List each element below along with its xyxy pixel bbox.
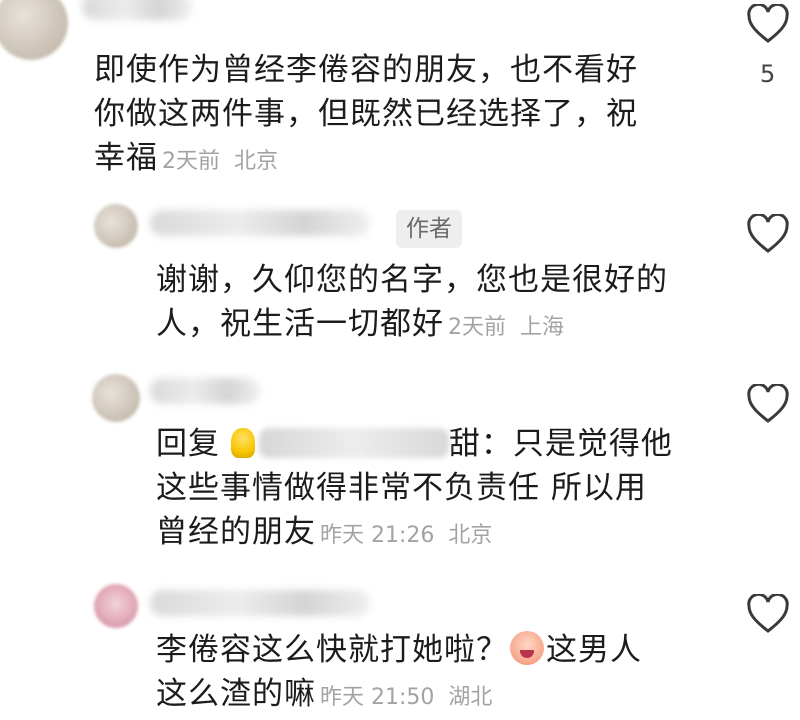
username-blurred[interactable] <box>82 0 192 20</box>
comment-text: 谢谢，久仰您的名字，您也是很好的 人，祝生活一切都好 2天前 上海 <box>156 262 668 342</box>
heart-outline-icon[interactable] <box>746 214 790 254</box>
comment-meta: 2天前 上海 <box>448 315 565 340</box>
comment-text: 回复 甜：只是觉得他 这些事情做得非常不负责任 所以用 曾经的朋友 昨天 21:2… <box>156 426 673 550</box>
comment-item: 李倦容这么快就打她啦？ 这男人 这么渣的嘛 昨天 21:50 湖北 <box>0 570 800 719</box>
avatar[interactable] <box>92 374 140 422</box>
comment-meta: 2天前 北京 <box>162 149 279 174</box>
crying-face-emoji <box>510 631 544 665</box>
comment-item: 即使作为曾经李倦容的朋友，也不看好 你做这两件事，但既然已经选择了，祝 幸福 2天… <box>0 0 800 190</box>
heart-outline-icon[interactable] <box>746 384 790 424</box>
username-blurred[interactable] <box>150 210 370 236</box>
comment-meta: 昨天 21:50 湖北 <box>320 685 493 710</box>
avatar[interactable] <box>0 0 68 60</box>
avatar[interactable] <box>94 204 138 248</box>
heart-outline-icon[interactable] <box>746 594 790 634</box>
comment-item: 作者 谢谢，久仰您的名字，您也是很好的 人，祝生活一切都好 2天前 上海 <box>0 190 800 360</box>
like-count: 5 <box>760 60 776 88</box>
heart-outline-icon[interactable] <box>746 4 790 44</box>
reply-username-blurred[interactable] <box>258 428 449 458</box>
comment-text: 即使作为曾经李倦容的朋友，也不看好 你做这两件事，但既然已经选择了，祝 幸福 2天… <box>94 52 638 176</box>
username-blurred[interactable] <box>150 378 260 404</box>
comment-item: 回复 甜：只是觉得他 这些事情做得非常不负责任 所以用 曾经的朋友 昨天 21:2… <box>0 360 800 570</box>
avatar[interactable] <box>94 584 138 628</box>
comment-meta: 昨天 21:26 北京 <box>320 523 493 548</box>
author-tag: 作者 <box>396 210 462 248</box>
username-blurred[interactable] <box>150 590 370 616</box>
lightbulb-icon <box>230 428 255 458</box>
comment-text: 李倦容这么快就打她啦？ 这男人 这么渣的嘛 昨天 21:50 湖北 <box>156 631 642 712</box>
